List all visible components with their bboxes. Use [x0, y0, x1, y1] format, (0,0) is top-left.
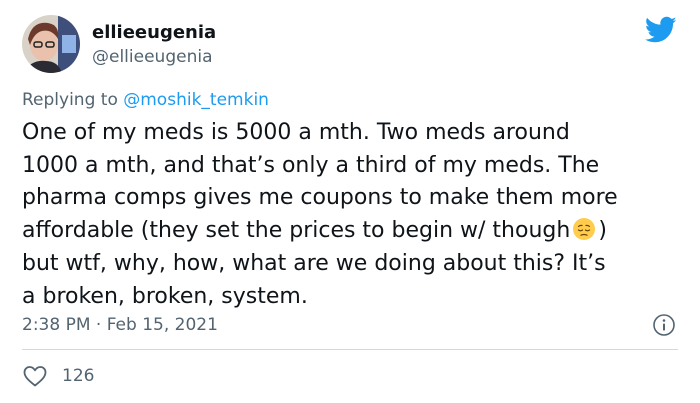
heart-icon[interactable] [22, 364, 48, 388]
tweet-text-line: 1000 a mth, and that’s only a third of m… [22, 152, 600, 178]
twitter-bird-icon[interactable] [645, 16, 677, 44]
tweet-text-line: but wtf, why, how, what are we doing abo… [22, 250, 606, 276]
avatar[interactable] [22, 15, 80, 73]
tweet-text-line: One of my meds is 5000 a mth. Two meds a… [22, 120, 570, 145]
tweet-text-segment: affordable (they set the prices to begin… [22, 218, 571, 244]
avatar-image [22, 15, 80, 73]
info-icon[interactable] [652, 313, 676, 337]
tweet-text-segment: ) [598, 218, 607, 244]
author-display-name[interactable]: ellieeugenia [92, 22, 216, 44]
tweet-text-line: affordable (they set the prices to begin… [22, 215, 684, 248]
replying-to-prefix: Replying to [22, 90, 124, 110]
divider [22, 349, 678, 350]
replying-to: Replying to @moshik_temkin [22, 89, 269, 111]
tweet-timestamp[interactable]: 2:38 PM · Feb 15, 2021 [22, 314, 218, 336]
tweet-text-line: pharma comps gives me coupons to make th… [22, 185, 618, 211]
tweet-text: One of my meds is 5000 a mth. Two meds a… [22, 117, 684, 313]
reply-mention-link[interactable]: @moshik_temkin [123, 90, 269, 110]
author-handle[interactable]: @ellieeugenia [92, 46, 213, 68]
pensive-face-icon [573, 218, 596, 241]
tweet-text-line: a broken, broken, system. [22, 283, 308, 309]
like-count: 126 [62, 366, 95, 386]
